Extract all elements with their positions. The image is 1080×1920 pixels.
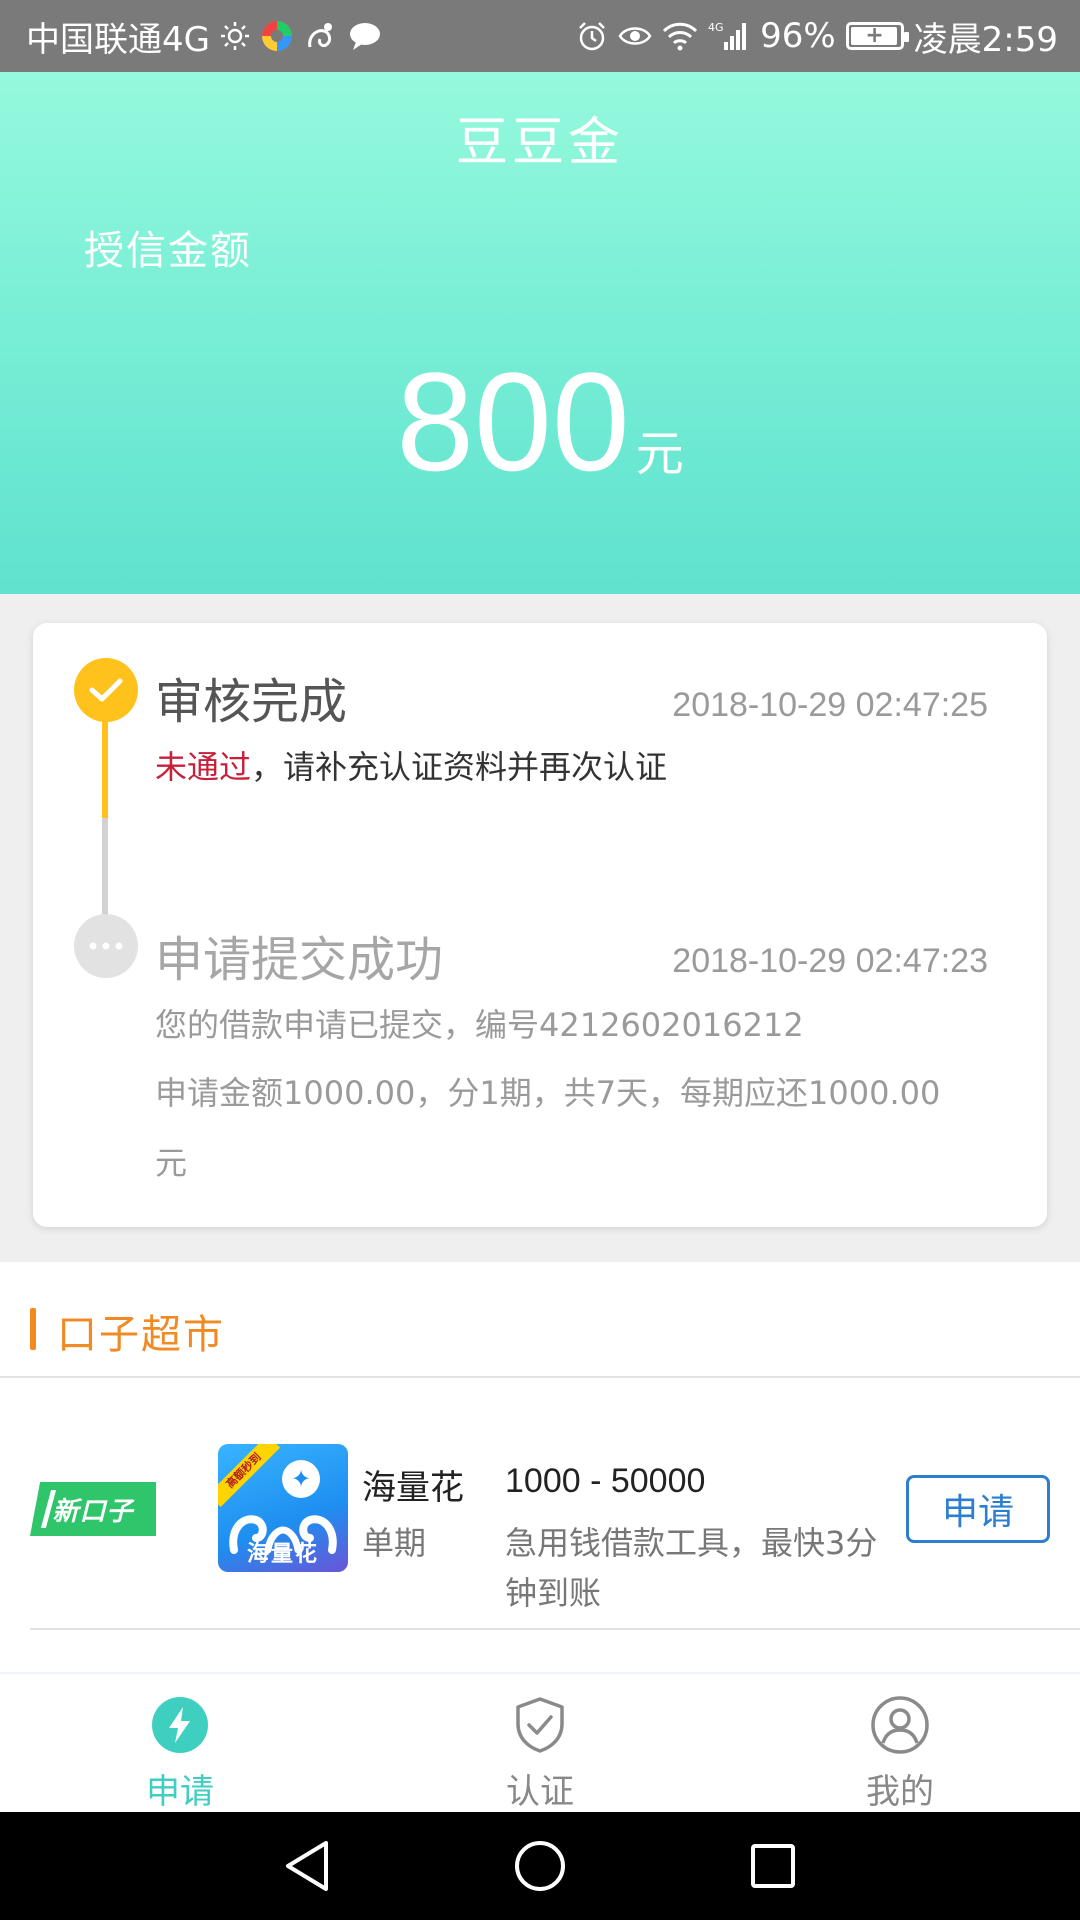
new-badge: 新口子 [30,1482,156,1536]
loan-market-section: 口子超市 新口子 高额秒到 ✦ 海量花 海量花 单期 1000 - 50000 … [0,1262,1080,1674]
recents-icon[interactable] [738,1831,808,1901]
timeline-step-time: 2018-10-29 02:47:25 [672,686,988,724]
credit-amount-value: 800 [396,343,630,500]
network-type-label: 4G [708,21,724,34]
battery-icon: + [845,22,909,50]
logo-text: 海量花 [246,1542,319,1567]
tab-mine-label: 我的 [866,1772,934,1812]
star-icon: ✦ [282,1460,320,1498]
timeline-step-message: 您的借款申请已提交，编号4212602016212 [155,1006,804,1044]
eye-icon [618,23,652,49]
product-name: 海量花 [362,1468,464,1508]
apply-button[interactable]: 申请 [906,1475,1050,1543]
system-navigation-bar [0,1812,1080,1920]
timeline-step-message: 元 [155,1144,188,1182]
status-rejected-label: 未通过 [155,748,252,786]
product-logo[interactable]: 高额秒到 ✦ 海量花 [218,1444,348,1572]
section-accent-bar [30,1308,36,1350]
carrier-label: 中国联通4G [26,19,210,60]
charging-icon: + [865,23,884,48]
timeline-step-message: 申请金额1000.00，分1期，共7天，每期应还1000.00 [155,1074,941,1112]
status-rejected-message: ，请补充认证资料并再次认证 [251,748,668,786]
divider [30,1628,1080,1630]
product-amount-range: 1000 - 50000 [505,1462,706,1500]
timeline-connector-inactive [102,818,108,926]
wifi-icon [662,21,698,51]
timeline-step-title: 申请提交成功 [155,932,444,988]
section-title: 口子超市 [57,1312,225,1358]
back-icon[interactable] [272,1831,342,1901]
bottom-nav: 申请 认证 我的 [0,1672,1080,1812]
squirrel-app-icon [304,19,338,53]
credit-amount-unit: 元 [635,426,684,482]
home-icon[interactable] [505,1831,575,1901]
shield-check-icon [511,1696,569,1754]
timeline-step-time: 2018-10-29 02:47:23 [672,942,988,980]
browser-app-icon [260,19,294,53]
status-bar-right: 4G 96% + 凌晨2:59 [576,12,1058,61]
alarm-icon [576,20,608,52]
status-bar: 中国联通4G 4G 96% + 凌晨2:59 [0,0,1080,72]
check-icon [74,658,138,722]
tab-verify[interactable]: 认证 [360,1674,720,1812]
divider [0,1376,1080,1378]
tab-verify-label: 认证 [506,1772,574,1812]
status-bar-left: 中国联通4G [26,12,382,61]
product-description: 急用钱借款工具，最快3分钟到账 [505,1524,878,1612]
tab-apply-label: 申请 [146,1772,214,1812]
new-badge-label: 新口子 [52,1496,134,1527]
signal-4g-icon: 4G [708,20,750,52]
more-dots-icon [74,914,138,978]
product-term: 单期 [362,1524,427,1562]
user-icon [871,1696,929,1754]
page-title: 豆豆金 [455,113,624,173]
lightning-icon [151,1696,209,1754]
clock-time: 凌晨2:59 [913,19,1058,60]
credit-amount: 800 元 [0,352,1080,492]
timeline-step-message: 未通过，请补充认证资料并再次认证 [155,742,667,788]
battery-percent: 96% [760,16,836,56]
credit-amount-label: 授信金额 [84,228,252,274]
tab-apply[interactable]: 申请 [0,1674,360,1812]
timeline-step-title: 审核完成 [155,674,348,730]
credit-header: 豆豆金 授信金额 800 元 [0,72,1080,594]
tab-mine[interactable]: 我的 [720,1674,1080,1812]
brightness-icon [220,21,250,51]
message-icon [348,21,382,51]
